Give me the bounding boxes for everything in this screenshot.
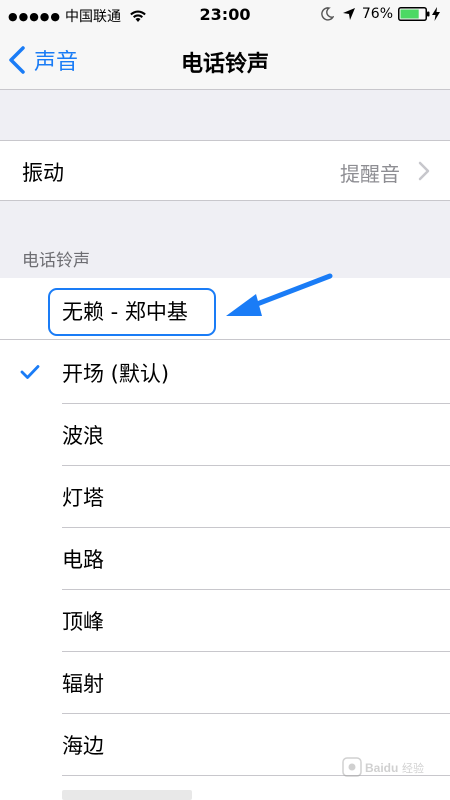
ringtone-row[interactable]: 电路 <box>0 528 450 590</box>
section-header-ringtones: 电话铃声 <box>22 251 90 271</box>
battery-percent: 76% <box>361 6 393 22</box>
svg-text:Baidu: Baidu <box>365 761 398 775</box>
chevron-right-icon <box>418 161 430 181</box>
partially-visible-row <box>62 790 192 800</box>
status-bar: ●●●●● 中国联通 23:00 76% <box>0 0 450 30</box>
ringtone-label: 波浪 <box>62 424 104 448</box>
vibration-label: 振动 <box>22 161 64 185</box>
ringtone-label: 电路 <box>62 548 104 572</box>
battery-icon <box>398 7 430 21</box>
ringtone-row[interactable]: 灯塔 <box>0 466 450 528</box>
baidu-watermark-logo: Baidu 经验 <box>342 757 424 777</box>
ringtone-label: 顶峰 <box>62 610 104 634</box>
ringtone-row-default[interactable]: 开场 (默认) <box>0 342 450 404</box>
ringtone-row[interactable]: 顶峰 <box>0 590 450 652</box>
page-title: 电话铃声 <box>180 52 269 77</box>
vibration-value: 提醒音 <box>340 162 400 186</box>
ringtone-label: 灯塔 <box>62 486 104 510</box>
ringtone-label: 开场 (默认) <box>62 362 170 386</box>
ringtone-row[interactable]: 波浪 <box>0 404 450 466</box>
ringtone-label: 海边 <box>62 734 104 758</box>
annotation-arrow-icon <box>226 273 333 316</box>
row-divider <box>0 339 450 340</box>
moon-icon <box>321 7 334 21</box>
watermark: Baidu 经验 <box>342 754 428 782</box>
ringtone-label: 辐射 <box>62 672 104 696</box>
charging-bolt-icon <box>432 7 440 21</box>
ringtone-label: 无赖 - 郑中基 <box>62 300 188 324</box>
ringtone-list: 无赖 - 郑中基 开场 (默认) 波浪 灯塔 电路 顶峰 辐射 海边 <box>0 278 450 800</box>
status-right: 76% <box>320 6 440 22</box>
location-arrow-icon <box>342 8 355 20</box>
svg-text:经验: 经验 <box>402 761 424 775</box>
navigation-bar: 声音 电话铃声 <box>0 30 450 90</box>
vibration-row[interactable]: 振动 提醒音 <box>0 140 450 201</box>
ringtone-row[interactable]: 辐射 <box>0 652 450 714</box>
checkmark-icon <box>20 365 40 379</box>
